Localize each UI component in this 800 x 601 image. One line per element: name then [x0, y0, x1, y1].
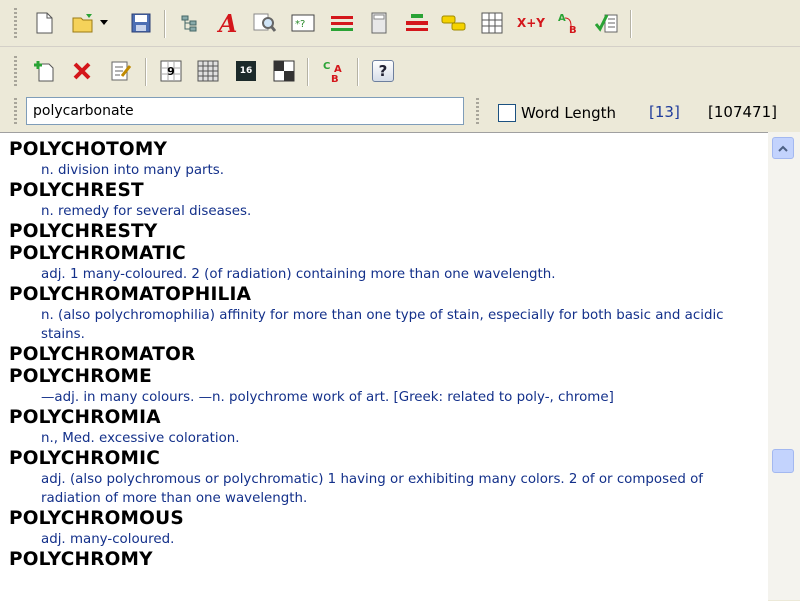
entry-headword[interactable]: POLYCHREST [0, 180, 768, 202]
entry-definition: —adj. in many colours. —n. polychrome wo… [41, 390, 614, 405]
crossword-icon[interactable] [271, 58, 297, 84]
help-text: ? [378, 62, 388, 80]
word-length-label[interactable]: Word Length [521, 104, 616, 122]
options-grip[interactable] [476, 98, 479, 126]
sudoku-text: 9 [167, 64, 175, 78]
svg-text:B: B [331, 74, 339, 83]
dictionary-entry[interactable]: POLYCHREST n. remedy for several diseases… [0, 180, 768, 221]
cipher-icon[interactable]: X+Y [516, 10, 546, 36]
anagram-icon[interactable]: A [215, 9, 241, 38]
edit-icon[interactable] [108, 58, 134, 84]
spell-check-icon[interactable] [594, 10, 620, 36]
vertical-scrollbar[interactable] [768, 132, 800, 600]
main-toolbar: A *? X+Y AB [0, 2, 800, 47]
entry-definition: adj. many-coloured. [41, 532, 175, 547]
dictionary-entry[interactable]: POLYCHRESTY [0, 221, 768, 243]
abc-icon[interactable]: AB [556, 10, 582, 36]
entry-headword[interactable]: POLYCHROMATIC [0, 243, 768, 265]
entry-definition: adj. 1 many-coloured. 2 (of radiation) c… [41, 267, 556, 282]
search-input[interactable] [26, 97, 464, 125]
entry-headword[interactable]: POLYCHROMATOR [0, 344, 768, 366]
entry-headword[interactable]: POLYCHROME [0, 366, 768, 388]
delete-icon[interactable] [69, 58, 95, 84]
word-length-checkbox[interactable] [498, 104, 516, 122]
entry-headword[interactable]: POLYCHROMATOPHILIA [0, 284, 768, 306]
dictionary-entry[interactable]: POLYCHROMOUS adj. many-coloured. [0, 508, 768, 549]
dictionary-entry[interactable]: POLYCHROMATIC adj. 1 many-coloured. 2 (of… [0, 243, 768, 284]
word-split-icon[interactable] [404, 10, 430, 36]
entry-headword[interactable]: POLYCHRESTY [0, 221, 768, 243]
entry-headword[interactable]: POLYCHROMOUS [0, 508, 768, 530]
dictionary-entry[interactable]: POLYCHROME —adj. in many colours. —n. pol… [0, 366, 768, 407]
number-grid-text: 16 [239, 66, 253, 76]
grid-icon[interactable] [479, 10, 505, 36]
entry-definition: adj. (also polychromous or polychromatic… [41, 472, 703, 506]
open-folder-icon[interactable] [72, 10, 98, 36]
search-bar: Word Length [13] [107471] [0, 94, 800, 132]
dictionary-entry[interactable]: POLYCHROMATOPHILIA n. (also polychromophi… [0, 284, 768, 344]
entry-headword[interactable]: POLYCHROMY [0, 549, 768, 571]
svg-text:B: B [569, 25, 577, 35]
dictionary-entry[interactable]: POLYCHROMIA n., Med. excessive coloration… [0, 407, 768, 448]
entry-definition: n. (also polychromophilia) affinity for … [41, 308, 724, 342]
dictionary-entry[interactable]: POLYCHROMIC adj. (also polychromous or po… [0, 448, 768, 508]
entry-headword[interactable]: POLYCHROMIA [0, 407, 768, 429]
entry-definition: n., Med. excessive coloration. [41, 431, 240, 446]
svg-text:*?: *? [295, 19, 305, 30]
svg-text:C: C [323, 61, 330, 72]
toolbar-grip[interactable] [14, 56, 17, 88]
number-grid-icon[interactable]: 16 [233, 58, 259, 84]
entry-headword[interactable]: POLYCHROMIC [0, 448, 768, 470]
entry-headword[interactable]: POLYCHOTOMY [0, 139, 768, 161]
match-count: [13] [649, 103, 680, 121]
entry-definition: n. division into many parts. [41, 163, 225, 178]
edit-toolbar: 9 16 CAB ? [0, 50, 800, 95]
find-icon[interactable] [252, 10, 278, 36]
wildcard-icon[interactable]: *? [290, 10, 316, 36]
help-icon: ? [372, 60, 394, 82]
letter-swap-icon[interactable]: CAB [320, 58, 346, 84]
scroll-thumb[interactable] [772, 449, 794, 473]
svg-text:A: A [558, 13, 566, 24]
dropdown-arrow-icon[interactable] [97, 10, 111, 36]
help-button[interactable]: ? [370, 58, 396, 84]
tag-icon[interactable] [441, 10, 467, 36]
cipher-text: X+Y [517, 16, 545, 30]
save-icon[interactable] [128, 10, 154, 36]
total-count: [107471] [708, 103, 777, 121]
dictionary-results[interactable]: POLYCHOTOMY n. division into many parts. P… [0, 132, 768, 601]
add-word-icon[interactable] [31, 58, 57, 84]
dictionary-entry[interactable]: POLYCHROMY [0, 549, 768, 571]
calculator-icon[interactable] [366, 10, 392, 36]
rhyme-icon[interactable] [329, 10, 355, 36]
sudoku-icon[interactable]: 9 [158, 58, 184, 84]
entry-definition: n. remedy for several diseases. [41, 204, 252, 219]
board-icon[interactable] [195, 58, 221, 84]
tree-view-icon[interactable] [177, 10, 203, 36]
chevron-up-icon [778, 145, 788, 152]
new-document-icon[interactable] [31, 10, 57, 36]
dictionary-entry[interactable]: POLYCHOTOMY n. division into many parts. [0, 139, 768, 180]
searchbar-grip[interactable] [14, 98, 17, 126]
dictionary-entry[interactable]: POLYCHROMATOR [0, 344, 768, 366]
toolbar-grip[interactable] [14, 8, 17, 40]
scroll-up-button[interactable] [772, 137, 794, 159]
